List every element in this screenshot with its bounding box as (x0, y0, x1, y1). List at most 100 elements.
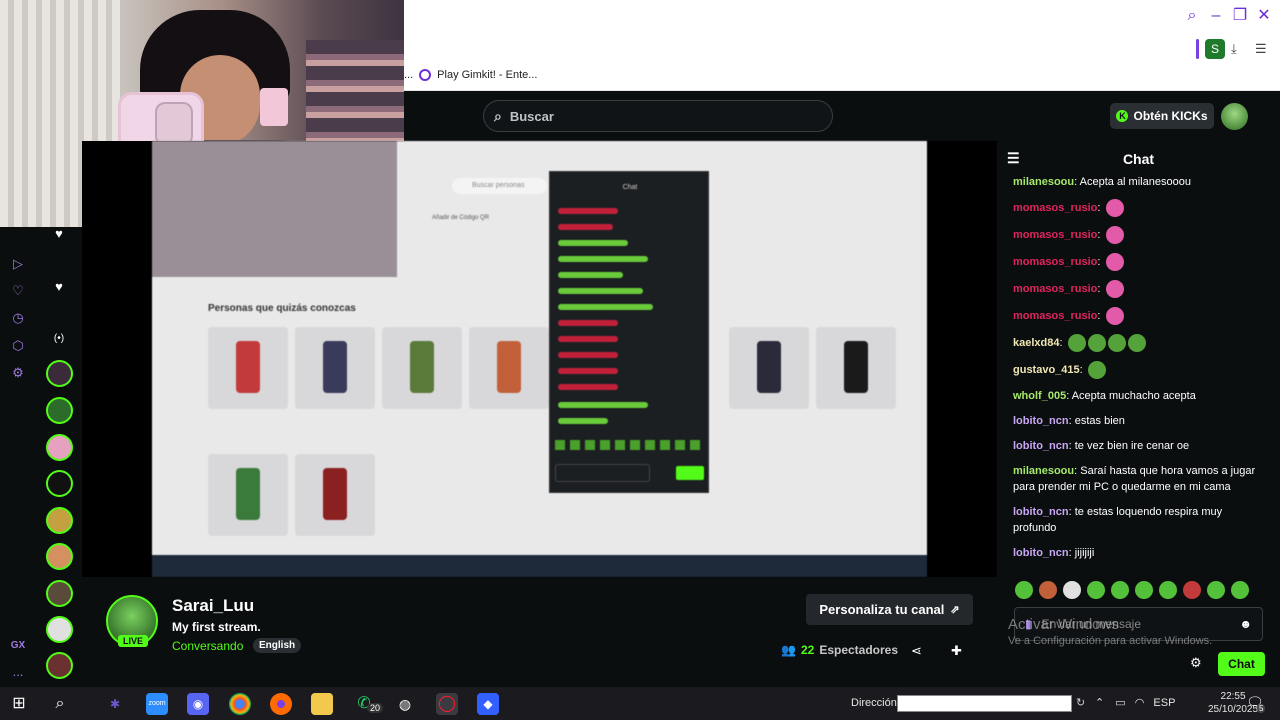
play-circle-icon[interactable]: ▷ (9, 255, 27, 273)
obs-icon[interactable]: ◍ (394, 693, 416, 715)
firefox-icon[interactable] (270, 693, 292, 715)
chat-username[interactable]: lobito_ncn (1013, 506, 1069, 518)
share-icon[interactable]: ⋖ (911, 643, 922, 659)
minimize-icon[interactable]: – (1206, 6, 1226, 26)
refresh-icon[interactable]: ↻ (1076, 696, 1085, 709)
tab-overflow[interactable]: ... (404, 69, 413, 81)
emote-button[interactable] (1183, 581, 1201, 599)
channel-avatar[interactable] (46, 397, 73, 424)
chat-username[interactable]: wholf_005 (1013, 390, 1066, 402)
emote-button[interactable] (1063, 581, 1081, 599)
discord-icon[interactable]: ◉ (187, 693, 209, 715)
chat-emote (1107, 334, 1126, 352)
history-icon[interactable]: ◷ (9, 309, 27, 327)
add-user-icon[interactable]: ✚ (951, 643, 962, 659)
avatar-card (382, 327, 462, 409)
chat-settings-icon[interactable]: ⚙ (1190, 655, 1202, 671)
chat-separator: : (1097, 201, 1104, 214)
search-input[interactable]: ⌕ Buscar (483, 100, 833, 132)
customize-channel-button[interactable]: Personaliza tu canal ⇗ (806, 594, 973, 625)
windows-start-icon[interactable]: ⊞ (8, 693, 30, 715)
heart-outline-icon[interactable]: ♡ (9, 282, 27, 300)
chat-username[interactable]: momasos_rusio (1013, 283, 1097, 295)
download-icon[interactable]: ⤓ (1231, 41, 1237, 57)
channel-avatar[interactable] (46, 616, 73, 643)
opera-gx-icon[interactable]: ◯ (436, 693, 458, 715)
emote-button[interactable] (1015, 581, 1033, 599)
windows-taskbar: ⊞ ⌕ ✱ zoom ◉ ✆ 20 ◍ ◯ ◆ Dirección ↻ ⌃ ▭ … (0, 687, 1280, 720)
chat-username[interactable]: momasos_rusio (1013, 229, 1097, 241)
emote-button[interactable] (1087, 581, 1105, 599)
language-indicator[interactable]: ESP (1153, 697, 1175, 709)
chat-username[interactable]: milanesoou (1013, 176, 1074, 188)
settings-icon[interactable]: ⚙ (9, 364, 27, 382)
search-icon[interactable]: ⌕ (49, 693, 71, 715)
chat-username[interactable]: momasos_rusio (1013, 310, 1097, 322)
channel-avatar[interactable] (46, 360, 73, 387)
emote-button[interactable] (1207, 581, 1225, 599)
chrome-icon[interactable] (229, 693, 251, 715)
wifi-icon[interactable]: ◠ (1135, 697, 1145, 709)
chevron-up-icon[interactable]: ⌃ (1095, 697, 1104, 709)
chat-username[interactable]: lobito_ncn (1013, 440, 1069, 452)
channel-avatar[interactable] (46, 507, 73, 534)
extension-s-button[interactable]: S (1205, 39, 1225, 59)
following-icon[interactable]: ♥ (49, 277, 69, 297)
roblox-search: Buscar personas (452, 178, 547, 194)
chat-username[interactable]: gustavo_415 (1013, 364, 1080, 376)
emote-button[interactable] (1111, 581, 1129, 599)
chat-message: lobito_ncn: te vez bien ire cenar oe (1013, 438, 1265, 454)
chat-send-button[interactable]: Chat (1218, 652, 1265, 676)
search-icon[interactable]: ⌕ (1182, 6, 1202, 26)
stream-category[interactable]: Conversando (172, 639, 243, 653)
emote-button[interactable] (1039, 581, 1057, 599)
roblox-icon[interactable]: ◆ (477, 693, 499, 715)
chat-username[interactable]: momasos_rusio (1013, 256, 1097, 268)
battery-icon[interactable]: ▭ (1115, 697, 1125, 709)
channel-avatar[interactable] (46, 580, 73, 607)
streamer-name[interactable]: Sarai_Luu (172, 596, 254, 616)
chat-separator: : (1079, 363, 1086, 376)
chat-separator: : (1097, 228, 1104, 241)
chat-username[interactable]: milanesoou (1013, 465, 1074, 477)
heart-icon[interactable]: ♥ (49, 224, 69, 244)
address-field[interactable] (897, 695, 1072, 712)
emote-button[interactable] (1231, 581, 1249, 599)
zoom-icon[interactable]: zoom (146, 693, 168, 715)
get-kicks-button[interactable]: K Obtén KICKs (1110, 103, 1214, 129)
chat-message: kaelxd84: (1013, 334, 1265, 352)
restore-icon[interactable]: ❐ (1230, 6, 1250, 26)
direccion-label: Dirección (851, 697, 897, 709)
close-icon[interactable]: ✕ (1254, 6, 1274, 26)
emote-button[interactable] (1135, 581, 1153, 599)
emoji-icon[interactable]: ☻ (1239, 617, 1252, 631)
user-avatar[interactable] (1221, 103, 1248, 130)
chat-emote (1105, 226, 1124, 244)
chat-header: ☰ Chat (997, 141, 1280, 177)
tab-gimkit[interactable]: Play Gimkit! - Ente... (437, 69, 537, 81)
chat-username[interactable]: lobito_ncn (1013, 547, 1069, 559)
chat-username[interactable]: kaelxd84 (1013, 337, 1059, 349)
channel-avatar[interactable] (46, 652, 73, 679)
chat-username[interactable]: momasos_rusio (1013, 202, 1097, 214)
file-explorer-icon[interactable] (311, 693, 333, 715)
avatar-card (469, 327, 549, 409)
captured-chat-title: Chat (622, 184, 638, 191)
channel-avatar[interactable] (46, 543, 73, 570)
language-tag[interactable]: English (253, 638, 302, 653)
chat-separator: : (1097, 255, 1104, 268)
more-icon[interactable]: ... (9, 663, 27, 681)
video-player[interactable]: Buscar personas Añadir de Código QR Pers… (82, 141, 997, 577)
channel-avatar[interactable] (46, 470, 73, 497)
extensions-icon[interactable]: ⬡ (9, 337, 27, 355)
app-icon[interactable]: ✱ (104, 693, 126, 715)
menu-icon[interactable]: ☰ (1255, 41, 1267, 57)
chat-username[interactable]: lobito_ncn (1013, 415, 1069, 427)
emote-button[interactable] (1159, 581, 1177, 599)
chat-message: gustavo_415: (1013, 361, 1265, 379)
gx-label[interactable]: GX (9, 637, 27, 655)
channel-avatar[interactable] (46, 434, 73, 461)
collapse-chat-icon[interactable]: ☰ (1007, 150, 1020, 167)
watermark-subtitle: Ve a Configuración para activar Windows. (1008, 635, 1213, 647)
live-signal-icon[interactable]: (•) (49, 329, 69, 349)
